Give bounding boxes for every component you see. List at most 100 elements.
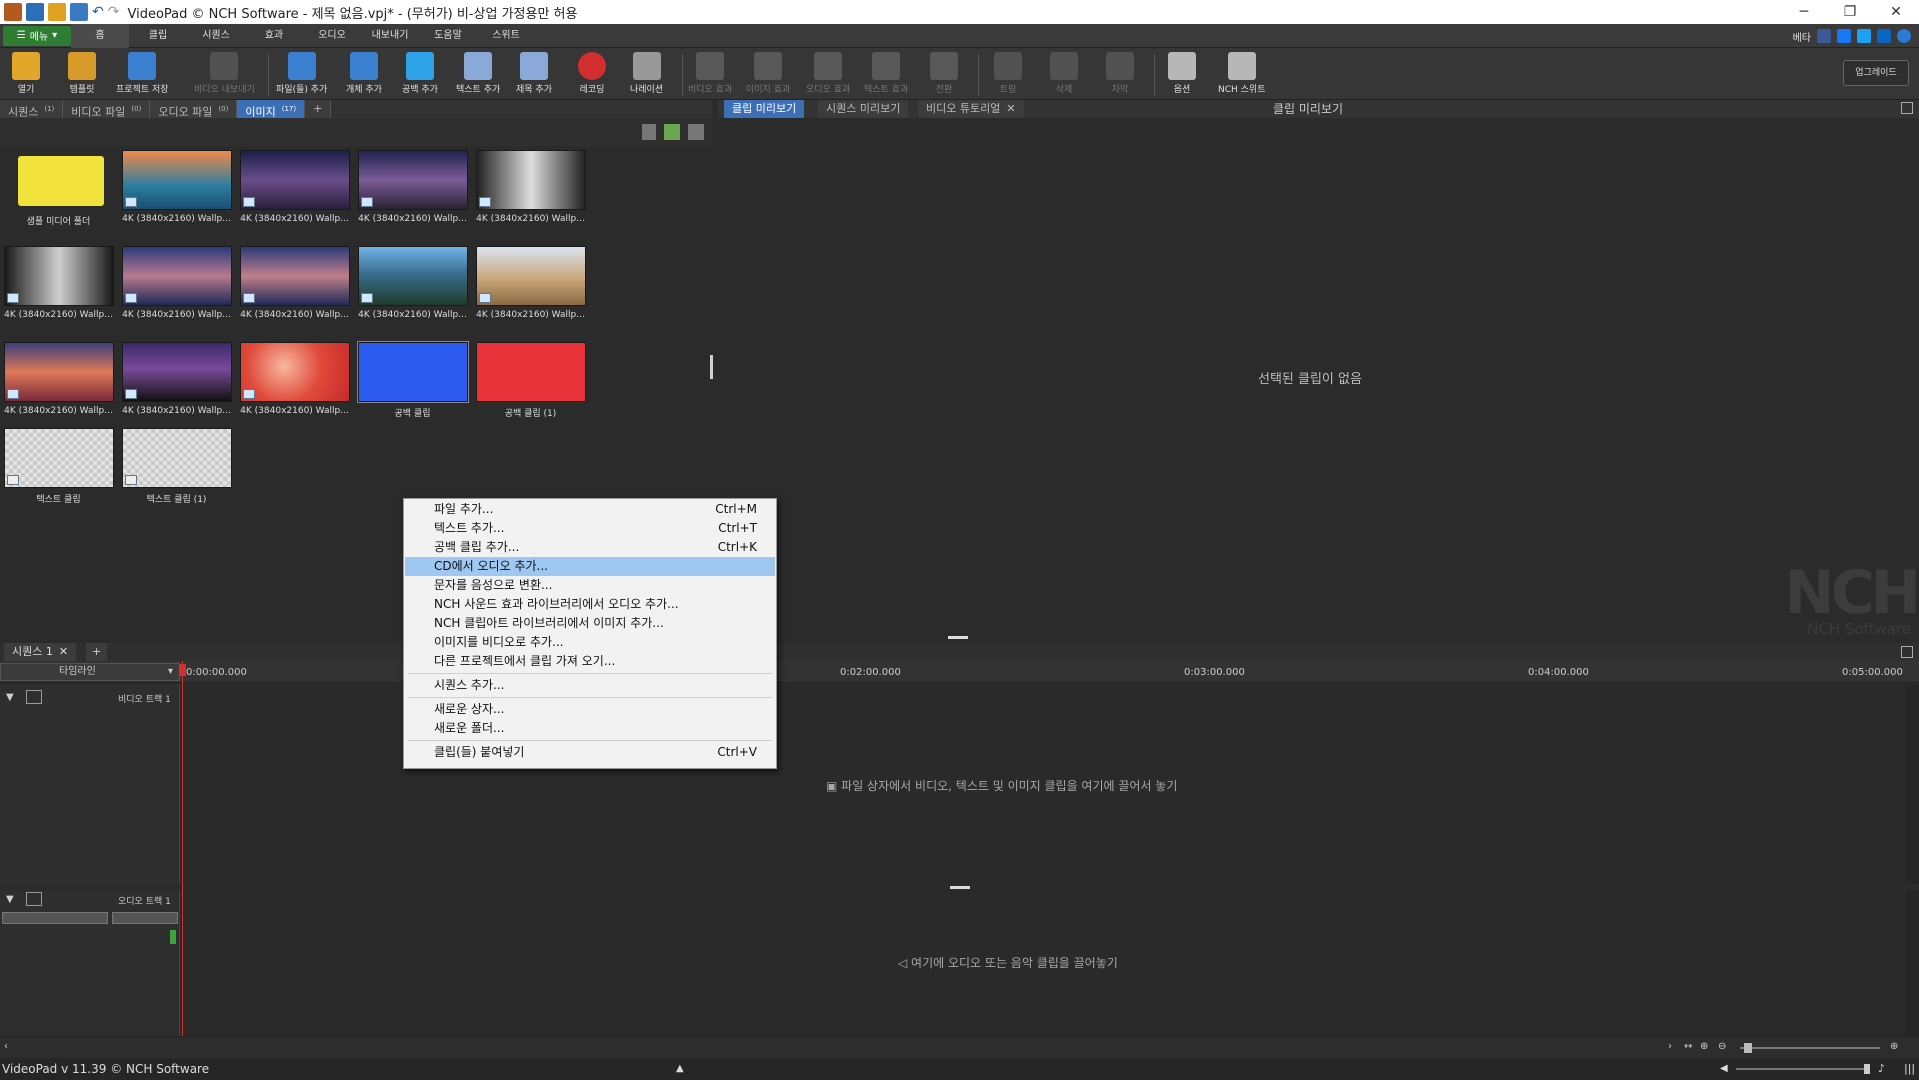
tab-effects[interactable]: 효과	[245, 24, 303, 48]
bin-item[interactable]: 4K (3840x2160) Wallp...	[356, 150, 469, 224]
help-icon[interactable]	[1897, 29, 1911, 43]
undock-icon[interactable]	[1901, 102, 1913, 114]
tab-sequence-preview[interactable]: 시퀀스 미리보기	[818, 100, 909, 118]
new-project-icon[interactable]	[26, 3, 44, 21]
zoom-in-icon[interactable]: ⊕	[1700, 1041, 1708, 1052]
add-text-button[interactable]: 텍스트 추가	[456, 52, 500, 95]
tab-clip-preview[interactable]: 클립 미리보기	[724, 100, 805, 118]
delete-button[interactable]: 삭제	[1050, 52, 1078, 95]
add-folder-icon[interactable]	[664, 124, 680, 140]
tab-sequence-1[interactable]: 시퀀스 1 ✕	[4, 643, 77, 661]
tab-clip[interactable]: 클립	[129, 24, 187, 48]
open-icon[interactable]	[48, 3, 66, 21]
minimize-button[interactable]: ─	[1781, 0, 1827, 24]
menu-item-add-sound-effects[interactable]: NCH 사운드 효과 라이브러리에서 오디오 추가...	[405, 595, 775, 614]
timeline-scrollbar[interactable]: ‹ › ↔ ⊕ ⊖ ⊕	[0, 1036, 1919, 1058]
speaker-icon[interactable]	[26, 892, 42, 906]
close-icon[interactable]: ✕	[59, 645, 68, 658]
tab-audio-files[interactable]: 오디오 파일 (0)	[150, 100, 238, 119]
beta-label[interactable]: 베타	[1793, 29, 1811, 44]
subtitle-button[interactable]: 자막	[1106, 52, 1134, 95]
bin-item[interactable]: 4K (3840x2160) Wallp...	[474, 150, 587, 224]
image-effects-button[interactable]: 이미지 효과	[746, 52, 790, 95]
twitter-icon[interactable]	[1857, 29, 1871, 43]
bin-item[interactable]: 4K (3840x2160) Wallp...	[120, 246, 233, 320]
scroll-left-icon[interactable]: ‹	[4, 1041, 8, 1052]
menu-item-add-clipart[interactable]: NCH 클립아트 라이브러리에서 이미지 추가...	[405, 614, 775, 633]
menu-item-add-blank-clip[interactable]: 공백 클립 추가... Ctrl+K	[405, 538, 775, 557]
video-track[interactable]: ▼ 비디오 트랙 1 ▣ 파일 상자에서 비디오, 텍스트 및 이미지 클립을 …	[0, 684, 1906, 889]
save-project-button[interactable]: 프로젝트 저장	[116, 52, 169, 95]
video-effects-button[interactable]: 비디오 효과	[688, 52, 732, 95]
menu-item-paste-clips[interactable]: 클립(들) 붙여넣기 Ctrl+V	[405, 743, 775, 762]
like-icon[interactable]	[1817, 29, 1831, 43]
volume-icon[interactable]: ♪	[1878, 1058, 1885, 1080]
zoom-out-icon[interactable]: ⊖	[1718, 1041, 1726, 1052]
menu-item-add-audio-from-cd[interactable]: CD에서 오디오 추가...	[405, 557, 775, 576]
fit-icon[interactable]: ↔	[1684, 1041, 1692, 1052]
tab-images[interactable]: 이미지 (17)	[237, 100, 306, 119]
tab-home[interactable]: 홈	[71, 23, 129, 48]
bin-item-blank-clip[interactable]: 공백 클립	[356, 341, 469, 419]
menu-item-new-folder[interactable]: 새로운 폴더...	[405, 719, 775, 738]
zoom-in-icon[interactable]: ⊕	[1890, 1041, 1898, 1052]
tab-sequence[interactable]: 시퀀스	[187, 24, 245, 48]
add-blank-button[interactable]: 공백 추가	[402, 52, 438, 95]
tab-audio[interactable]: 오디오	[303, 24, 361, 48]
menu-item-add-file[interactable]: 파일 추가... Ctrl+M	[405, 500, 775, 519]
splitter-handle[interactable]	[950, 886, 970, 889]
menu-item-text-to-speech[interactable]: 문자를 음성으로 변환...	[405, 576, 775, 595]
text-effects-button[interactable]: 텍스트 효과	[864, 52, 908, 95]
menu-item-new-bin[interactable]: 새로운 상자...	[405, 700, 775, 719]
audio-effects-button[interactable]: 오디오 효과	[806, 52, 850, 95]
playhead[interactable]	[182, 661, 183, 1036]
tab-export[interactable]: 내보내기	[361, 24, 419, 48]
tab-video-tutorial[interactable]: 비디오 튜토리얼 ✕	[918, 100, 1024, 118]
main-menu-button[interactable]: ☰ 메뉴 ▾	[3, 25, 71, 46]
splitter-handle[interactable]	[948, 636, 968, 639]
add-object-button[interactable]: 개체 추가	[346, 52, 382, 95]
redo-icon[interactable]: ↷	[108, 4, 120, 20]
options-button[interactable]: 옵션	[1168, 52, 1196, 95]
list-view-icon[interactable]	[688, 124, 704, 140]
linkedin-icon[interactable]	[1877, 29, 1891, 43]
playhead-handle[interactable]	[179, 664, 186, 676]
record-button[interactable]: 레코딩	[578, 52, 606, 95]
meter-icon[interactable]: |||	[1904, 1058, 1915, 1080]
zoom-slider-thumb[interactable]	[1744, 1043, 1752, 1053]
tab-sequences[interactable]: 시퀀스 (1)	[0, 100, 64, 119]
menu-item-add-sequence[interactable]: 시퀀스 추가...	[405, 676, 775, 695]
trim-button[interactable]: 트림	[994, 52, 1022, 95]
bin-item[interactable]: 4K (3840x2160) Wallp...	[2, 342, 115, 416]
panel-splitter[interactable]	[710, 355, 713, 379]
add-sequence-button[interactable]: +	[86, 643, 108, 661]
tab-help[interactable]: 도움말	[419, 24, 477, 48]
audio-track[interactable]: ▼ 오디오 트랙 1 ◁ 여기에 오디오 또는 음악 클립을 끌어놓기	[0, 890, 1906, 1036]
master-volume-thumb[interactable]	[1864, 1064, 1870, 1074]
timeline-mode-select[interactable]: 타임라인 ▾	[0, 663, 180, 681]
upgrade-button[interactable]: 업그레이드	[1843, 60, 1909, 86]
bin-item-blank-clip[interactable]: 공백 클립 (1)	[474, 342, 587, 419]
audio-track-scrollbar[interactable]	[1906, 890, 1919, 1036]
open-button[interactable]: 열기	[12, 52, 40, 95]
bin-item-text-clip[interactable]: 텍스트 클립 (1)	[120, 428, 233, 505]
bin-item[interactable]: 4K (3840x2160) Wallp...	[120, 150, 233, 224]
scroll-right-icon[interactable]: ›	[1668, 1041, 1672, 1052]
bin-item[interactable]: 4K (3840x2160) Wallp...	[474, 246, 587, 320]
facebook-icon[interactable]	[1837, 29, 1851, 43]
tab-video-files[interactable]: 비디오 파일 (0)	[63, 100, 151, 119]
bin-item[interactable]: 4K (3840x2160) Wallp...	[238, 246, 351, 320]
add-files-button[interactable]: 파일(들) 추가	[276, 52, 327, 95]
bin-item[interactable]: 4K (3840x2160) Wallp...	[2, 246, 115, 320]
eye-icon[interactable]	[26, 690, 42, 704]
bin-item-text-clip[interactable]: 텍스트 클립	[2, 428, 115, 505]
undo-icon[interactable]: ↶	[92, 4, 104, 20]
undock-icon[interactable]	[1901, 646, 1913, 658]
volume-slider[interactable]	[2, 912, 108, 924]
menu-item-image-as-video[interactable]: 이미지를 비디오로 추가...	[405, 633, 775, 652]
menu-item-add-text[interactable]: 텍스트 추가... Ctrl+T	[405, 519, 775, 538]
close-button[interactable]: ✕	[1873, 0, 1919, 24]
menu-item-import-from-project[interactable]: 다른 프로젝트에서 클립 가져 오기...	[405, 652, 775, 671]
templates-button[interactable]: 템플릿	[68, 52, 96, 95]
transition-button[interactable]: 전환	[930, 52, 958, 95]
